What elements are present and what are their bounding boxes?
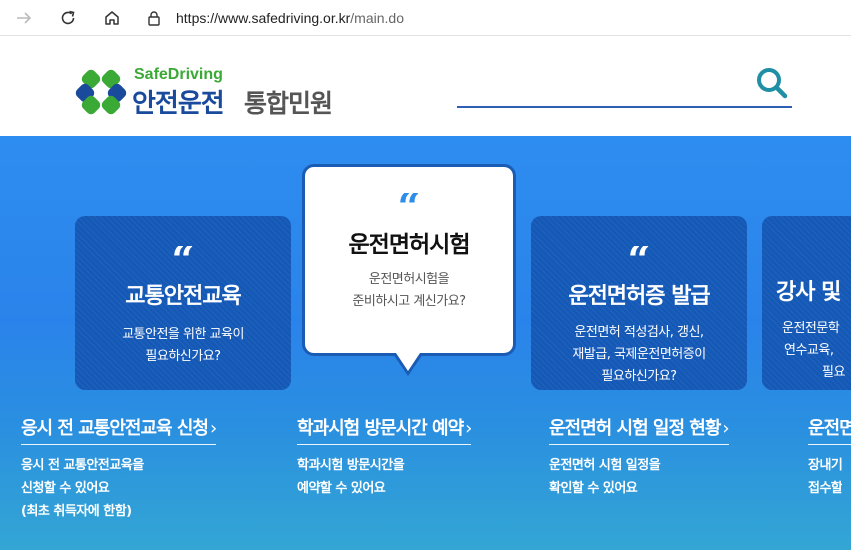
logo-subtitle[interactable]: SafeDriving: [134, 66, 223, 84]
url-host: https://www.safedriving.or.kr: [176, 10, 351, 26]
quote-icon: “: [627, 246, 651, 272]
card-desc-line: 연수교육,: [784, 343, 834, 358]
logo-title-suffix[interactable]: 통합민원: [244, 84, 333, 120]
browser-toolbar: https://www.safedriving.or.kr/main.do: [0, 0, 851, 36]
home-button[interactable]: [98, 4, 126, 32]
link-desc-line: 확인할 수 있어요: [549, 481, 638, 496]
link-pre-test-education[interactable]: 응시 전 교통안전교육 신청 ›: [21, 414, 217, 445]
link-desc-line: 학과시험 방문시간을: [297, 458, 405, 473]
card-title: 운전면허시험: [348, 232, 471, 258]
card-desc-line: 준비하시고 계신가요?: [352, 294, 466, 309]
link-partial[interactable]: 운전면: [808, 414, 851, 445]
card-desc-line: 운전면허 적성검사, 갱신,: [574, 325, 704, 340]
card-desc-line: 재발급, 국제운전면허증이: [572, 347, 706, 362]
callout-pointer-inner: [396, 353, 420, 371]
card-traffic-safety-education[interactable]: “ 교통안전교육 교통안전을 위한 교육이 필요하신가요?: [75, 216, 291, 390]
link-desc-line: 신청할 수 있어요: [21, 481, 110, 496]
search-input[interactable]: [457, 106, 792, 108]
home-icon: [105, 11, 119, 25]
address-bar[interactable]: https://www.safedriving.or.kr/main.do: [142, 3, 851, 33]
chevron-right-icon: ›: [465, 418, 472, 439]
reload-icon: [61, 10, 75, 25]
card-desc-line: 운전전문학: [782, 321, 840, 336]
back-button[interactable]: [10, 4, 38, 32]
link-label: 운전면허 시험 일정 현황: [549, 418, 721, 439]
card-desc-line: 운전면허시험을: [368, 272, 450, 287]
link-description: 장내기 접수할: [808, 454, 842, 500]
site-header: SafeDriving 안전운전 통합민원: [0, 36, 851, 136]
arrow-right-icon: [17, 12, 32, 24]
link-desc-line: 장내기: [808, 458, 843, 473]
lock-icon[interactable]: [142, 3, 166, 33]
card-title: 강사 및: [776, 280, 841, 305]
card-desc-line: 필요하신가요?: [601, 369, 677, 384]
hero-section: “ 교통안전교육 교통안전을 위한 교육이 필요하신가요? “ 운전면허시험 운…: [0, 136, 851, 550]
card-description: 운전전문학 연수교육, 필요: [776, 318, 851, 384]
logo-title[interactable]: 안전운전: [132, 83, 225, 120]
chevron-right-icon: ›: [722, 418, 729, 439]
link-description: 학과시험 방문시간을 예약할 수 있어요: [297, 454, 405, 500]
card-driving-license-test[interactable]: “ 운전면허시험 운전면허시험을 준비하시고 계신가요?: [302, 164, 516, 356]
card-desc-line: 필요: [822, 365, 845, 380]
link-desc-line: 접수할: [808, 481, 843, 496]
card-desc-line: 필요하신가요?: [145, 349, 221, 364]
quote-icon: “: [171, 246, 195, 272]
card-desc-line: 교통안전을 위한 교육이: [122, 327, 244, 342]
link-desc-line: 예약할 수 있어요: [297, 481, 386, 496]
url-text[interactable]: https://www.safedriving.or.kr/main.do: [176, 10, 404, 26]
card-instructor[interactable]: 강사 및 운전전문학 연수교육, 필요: [762, 216, 851, 390]
link-label: 운전면: [808, 418, 851, 439]
link-desc-line: 운전면허 시험 일정을: [549, 458, 661, 473]
card-title: 교통안전교육: [125, 284, 241, 309]
link-description: 응시 전 교통안전교육을 신청할 수 있어요 (최초 취득자에 한함): [21, 454, 144, 523]
link-label: 응시 전 교통안전교육 신청: [21, 418, 209, 439]
link-exam-visit-reservation[interactable]: 학과시험 방문시간 예약 ›: [297, 414, 472, 445]
card-description: 운전면허시험을 준비하시고 계신가요?: [305, 269, 513, 313]
card-description: 운전면허 적성검사, 갱신, 재발급, 국제운전면허증이 필요하신가요?: [531, 322, 747, 388]
link-description: 운전면허 시험 일정을 확인할 수 있어요: [549, 454, 661, 500]
url-path: /main.do: [350, 10, 404, 26]
logo-mark-icon[interactable]: [75, 69, 127, 115]
search-icon[interactable]: [755, 66, 789, 100]
card-license-issuance[interactable]: “ 운전면허증 발급 운전면허 적성검사, 갱신, 재발급, 국제운전면허증이 …: [531, 216, 747, 390]
link-desc-line: 응시 전 교통안전교육을: [21, 458, 144, 473]
link-label: 학과시험 방문시간 예약: [297, 418, 464, 439]
card-description: 교통안전을 위한 교육이 필요하신가요?: [75, 324, 291, 368]
link-desc-line: (최초 취득자에 한함): [21, 504, 132, 519]
link-exam-schedule[interactable]: 운전면허 시험 일정 현황 ›: [549, 414, 730, 445]
card-title: 운전면허증 발급: [568, 284, 710, 309]
quote-icon: “: [397, 193, 421, 219]
reload-button[interactable]: [54, 4, 82, 32]
chevron-right-icon: ›: [209, 418, 217, 439]
